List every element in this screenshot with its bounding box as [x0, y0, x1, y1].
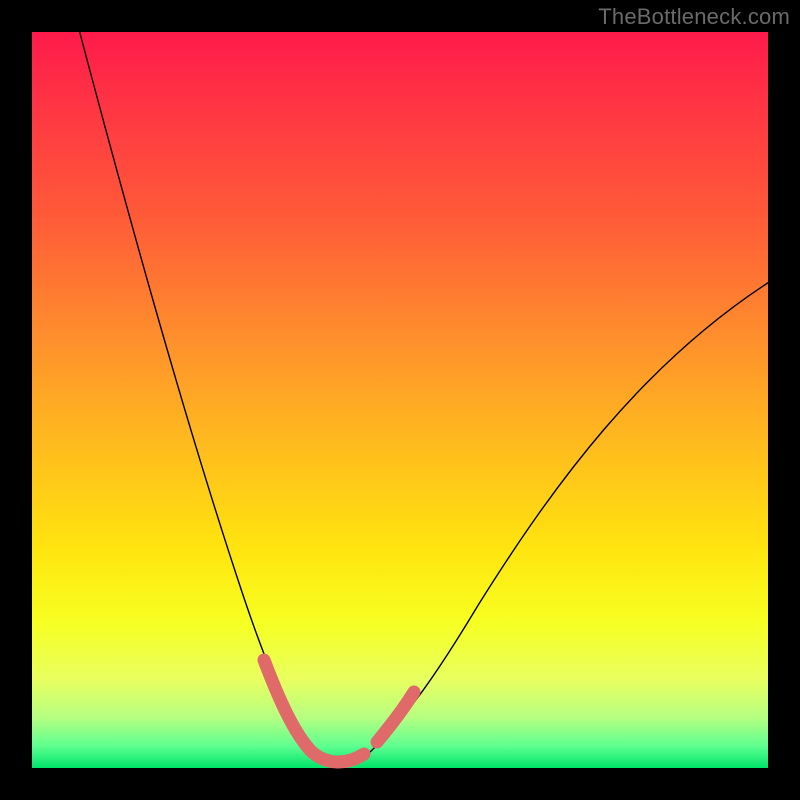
highlight-right: [377, 692, 414, 742]
plot-area: [32, 32, 768, 768]
highlight-trough: [312, 752, 364, 762]
highlight-left: [264, 660, 310, 750]
watermark-text: TheBottleneck.com: [598, 4, 790, 30]
curve-svg: [32, 32, 768, 768]
bottleneck-curve: [77, 22, 777, 764]
chart-frame: TheBottleneck.com: [0, 0, 800, 800]
